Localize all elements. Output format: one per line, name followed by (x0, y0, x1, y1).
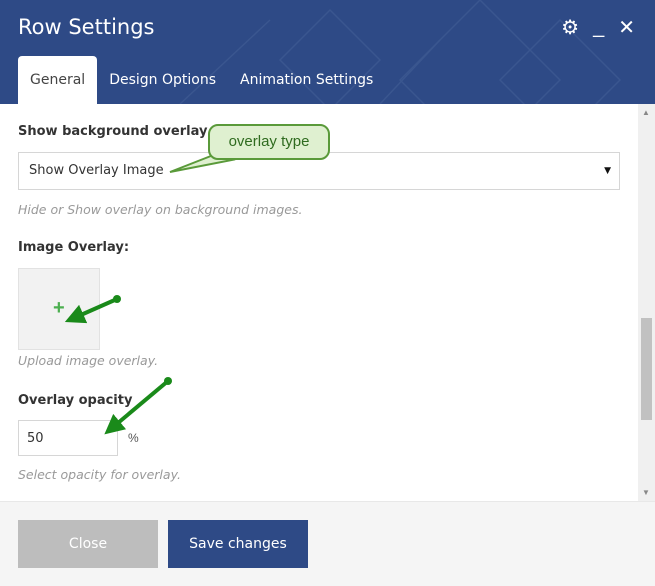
bg-overlay-hint: Hide or Show overlay on background image… (18, 202, 303, 217)
image-overlay-upload[interactable]: + (18, 268, 100, 350)
opacity-unit: % (128, 431, 139, 445)
bg-overlay-label: Show background overlay (18, 124, 208, 139)
tab-design-options[interactable]: Design Options (97, 56, 228, 104)
opacity-input[interactable] (18, 420, 118, 456)
dialog-footer: Close Save changes (0, 501, 655, 586)
gear-icon[interactable]: ⚙ (561, 15, 579, 40)
settings-panel: Show background overlay Show Overlay Ima… (0, 104, 655, 501)
scroll-up-icon[interactable]: ▲ (642, 108, 650, 117)
dialog-header: Row Settings ⚙ _ ✕ General Design Option… (0, 0, 655, 104)
dialog-title: Row Settings (18, 15, 155, 39)
save-changes-button[interactable]: Save changes (168, 520, 308, 568)
tab-animation-settings[interactable]: Animation Settings (228, 56, 385, 104)
header-controls: ⚙ _ ✕ (561, 15, 635, 40)
scroll-thumb[interactable] (641, 318, 652, 420)
overlay-type-callout: overlay type (208, 124, 330, 160)
image-overlay-hint: Upload image overlay. (18, 353, 159, 368)
caret-down-icon: ▼ (604, 166, 611, 176)
close-icon[interactable]: ✕ (618, 15, 635, 40)
bg-overlay-value: Show Overlay Image (29, 163, 164, 178)
close-button[interactable]: Close (18, 520, 158, 568)
opacity-label: Overlay opacity (18, 393, 133, 408)
image-overlay-label: Image Overlay: (18, 240, 130, 255)
tab-general[interactable]: General (18, 56, 98, 104)
scroll-down-icon[interactable]: ▼ (642, 488, 650, 497)
tab-bar: General Design Options Animation Setting… (18, 56, 385, 104)
minimize-icon[interactable]: _ (593, 16, 604, 39)
plus-icon: + (53, 297, 65, 319)
content-scrollbar[interactable]: ▲ ▼ (638, 104, 655, 501)
opacity-hint: Select opacity for overlay. (18, 467, 181, 482)
